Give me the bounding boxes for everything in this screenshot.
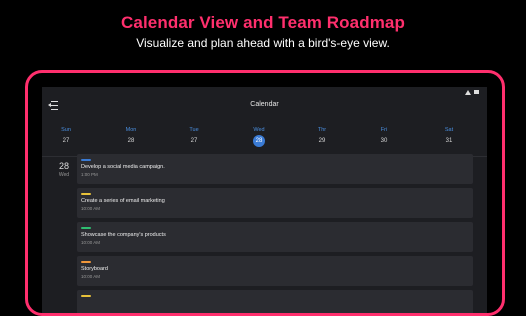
day-name: Thr [317, 127, 327, 133]
event-color-bar [81, 227, 91, 229]
selected-date-day: Wed [58, 172, 70, 178]
day-number: 30 [380, 138, 388, 144]
day-sun[interactable]: Sun 27 [51, 127, 81, 144]
status-bar [465, 88, 479, 96]
week-strip: Sun 27 Mon 28 Tue 27 Wed 28 Thr 29 Fri 3… [42, 127, 487, 153]
hero-title: Calendar View and Team Roadmap [121, 13, 405, 32]
event-card[interactable]: Develop a social media campaign. 1:00 PM [77, 154, 473, 184]
event-time: 10:00 AM [81, 240, 101, 245]
event-color-bar [81, 159, 91, 161]
event-list: Develop a social media campaign. 1:00 PM… [77, 154, 473, 313]
day-name: Sun [61, 127, 71, 133]
day-wed[interactable]: Wed 28 [244, 127, 274, 147]
event-title: Develop a social media campaign. [81, 164, 165, 170]
selected-date: 28 Wed [54, 161, 74, 178]
tablet-frame: Calendar Sun 27 Mon 28 Tue 27 Wed 28 Thr… [25, 70, 505, 316]
day-fri[interactable]: Fri 30 [369, 127, 399, 144]
event-card[interactable] [77, 290, 473, 313]
day-mon[interactable]: Mon 28 [116, 127, 146, 144]
day-number: 27 [62, 138, 70, 144]
day-name: Fri [380, 127, 388, 133]
day-tue[interactable]: Tue 27 [179, 127, 209, 144]
day-name: Wed [253, 127, 265, 133]
event-color-bar [81, 261, 91, 263]
day-number: 27 [190, 138, 198, 144]
event-title: Showcase the company's products [81, 232, 166, 238]
event-time: 1:00 PM [81, 172, 98, 177]
day-thr[interactable]: Thr 29 [307, 127, 337, 144]
signal-icon [465, 89, 471, 95]
selected-date-number: 28 [58, 161, 69, 171]
day-number-selected: 28 [253, 135, 265, 147]
battery-icon [474, 90, 479, 94]
event-color-bar [81, 193, 91, 195]
hero-subtitle: Visualize and plan ahead with a bird's-e… [136, 36, 390, 50]
app-screen: Calendar Sun 27 Mon 28 Tue 27 Wed 28 Thr… [42, 87, 487, 313]
event-time: 10:00 AM [81, 206, 101, 211]
day-number: 29 [318, 138, 326, 144]
event-card[interactable]: Create a series of email marketing 10:00… [77, 188, 473, 218]
day-name: Tue [189, 127, 199, 133]
day-name: Mon [125, 127, 137, 133]
event-title: Storyboard [81, 266, 108, 272]
app-bar-title: Calendar [250, 101, 279, 108]
event-card[interactable]: Showcase the company's products 10:00 AM [77, 222, 473, 252]
day-sat[interactable]: Sat 31 [434, 127, 464, 144]
event-color-bar [81, 295, 91, 297]
app-bar: Calendar [42, 99, 487, 113]
event-title: Create a series of email marketing [81, 198, 165, 204]
day-name: Sat [444, 127, 454, 133]
event-card[interactable]: Storyboard 10:00 AM [77, 256, 473, 286]
day-number: 28 [127, 138, 135, 144]
day-number: 31 [445, 138, 453, 144]
event-time: 10:00 AM [81, 274, 101, 279]
